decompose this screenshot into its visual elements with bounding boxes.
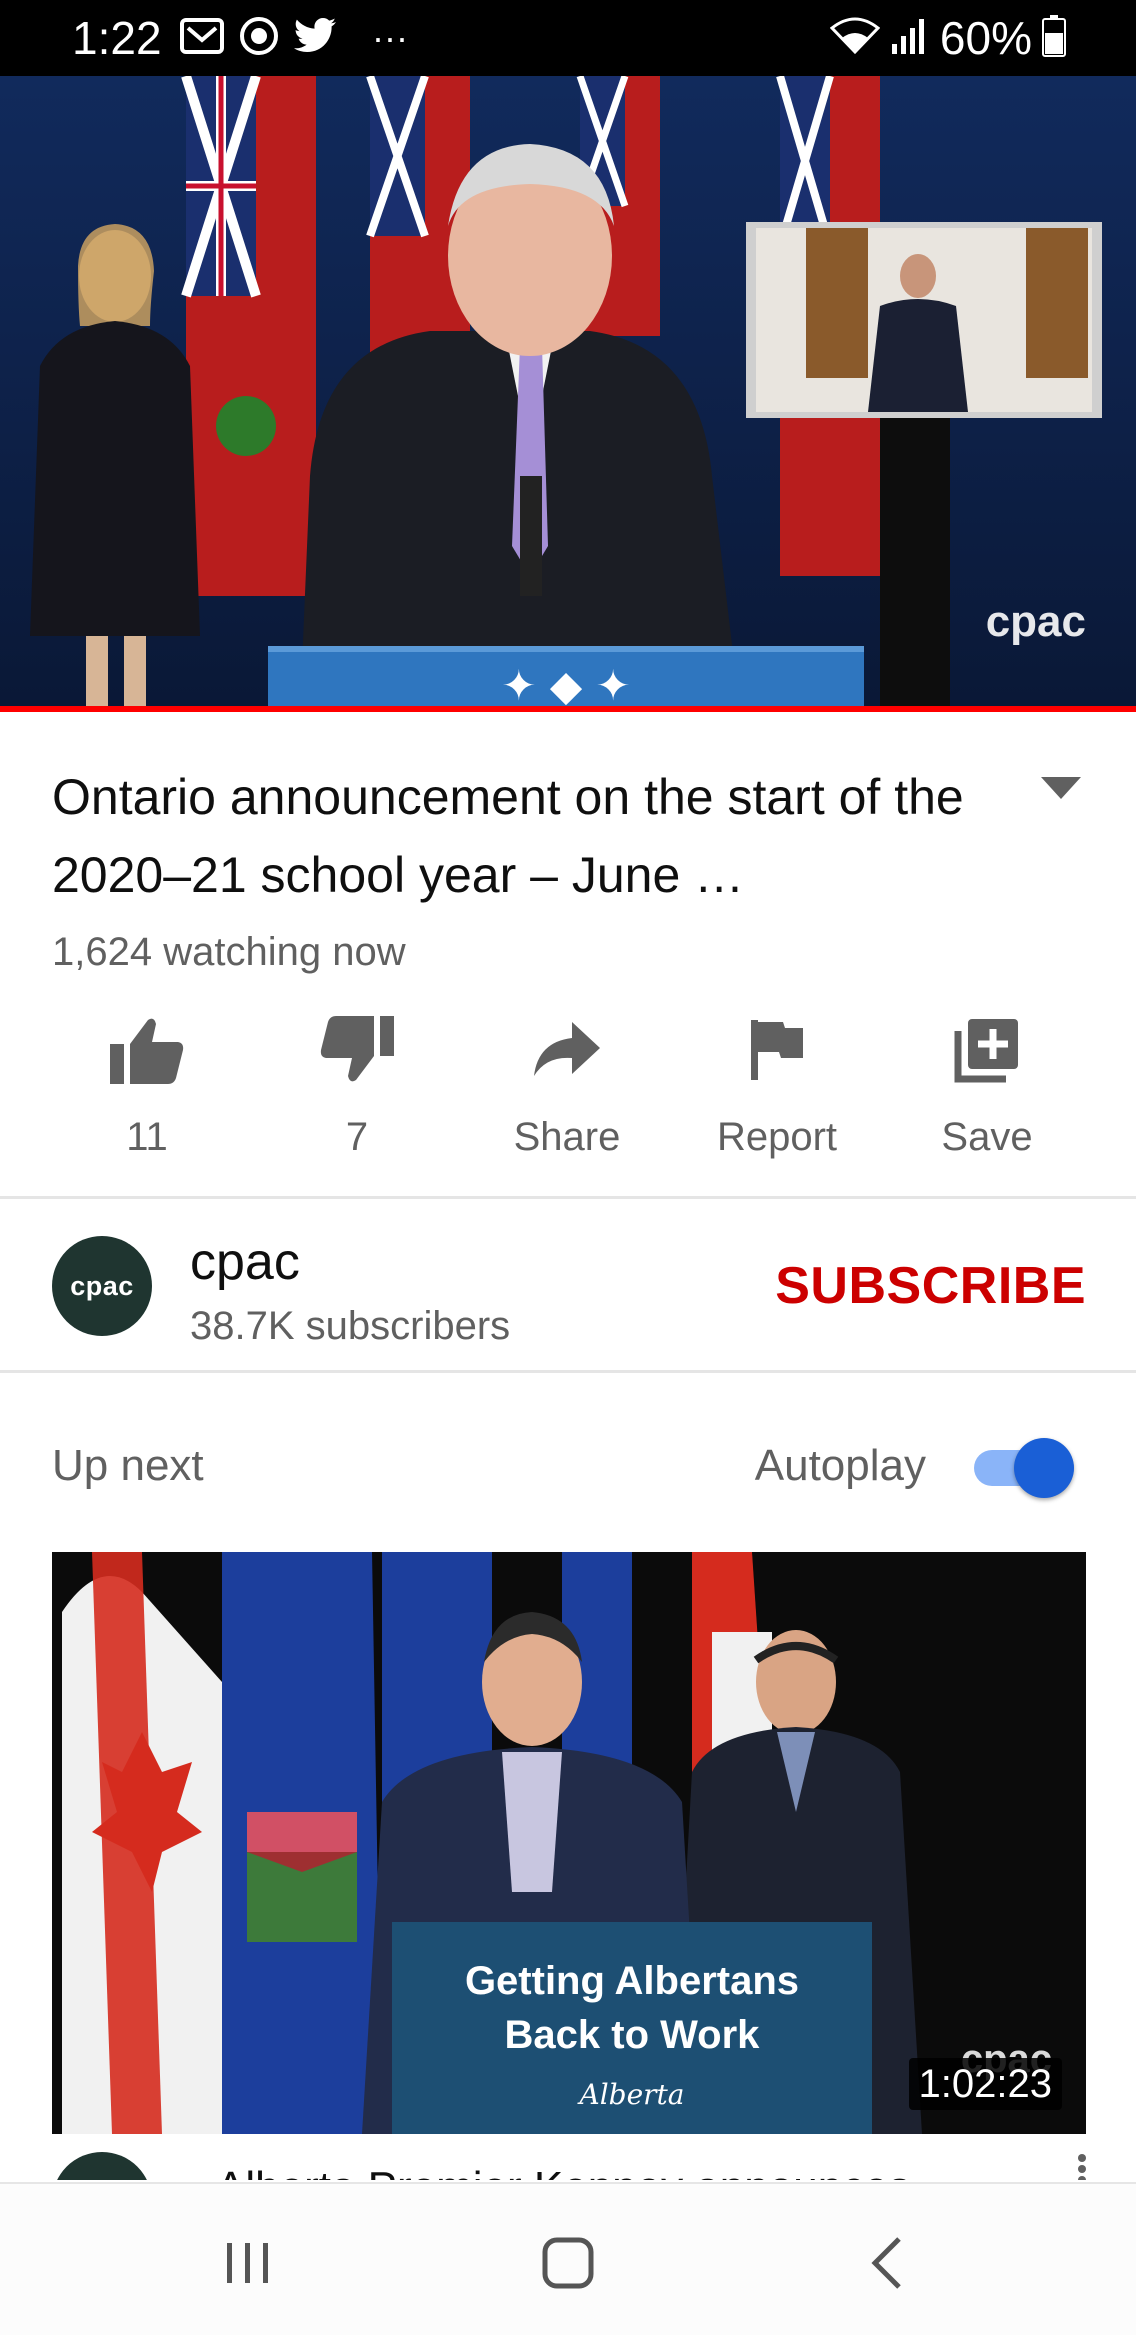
gmail-icon	[180, 17, 224, 59]
divider	[0, 1196, 1136, 1199]
more-vertical-icon[interactable]	[1078, 2154, 1086, 2180]
thumbs-down-icon	[317, 1010, 397, 1090]
more-icon: ···	[372, 17, 408, 58]
like-button[interactable]: 11	[42, 1010, 252, 1170]
status-notification-icons: ···	[180, 16, 408, 60]
video-duration: 1:02:23	[908, 2058, 1062, 2110]
podium-logo: Alberta	[577, 2078, 685, 2111]
chevron-down-icon	[1041, 777, 1081, 799]
player-watermark: cpac	[986, 597, 1086, 646]
autoplay-toggle[interactable]	[974, 1432, 1078, 1498]
signal-icon	[890, 16, 930, 61]
podium: Getting Albertans Back to Work Alberta	[392, 1922, 872, 2134]
status-system-icons: 60%	[829, 12, 1066, 64]
like-count: 11	[126, 1115, 168, 1159]
eye-icon	[238, 15, 280, 62]
podium-line2: Back to Work	[505, 2013, 761, 2057]
live-viewer-count: 1,624 watching now	[52, 930, 406, 974]
thumbs-up-icon	[107, 1010, 187, 1090]
next-video-title: Alberta Premier Kenney announces	[216, 2160, 911, 2180]
system-nav-bar	[0, 2182, 1136, 2335]
svg-text:✦ ◆ ✦: ✦ ◆ ✦	[501, 661, 630, 710]
save-button[interactable]: Save	[882, 1010, 1092, 1170]
up-next-thumbnail[interactable]: Getting Albertans Back to Work Alberta c…	[52, 1552, 1086, 2134]
next-video-item[interactable]: Alberta Premier Kenney announces	[0, 2134, 1136, 2180]
save-label: Save	[941, 1115, 1033, 1159]
back-button[interactable]	[846, 2228, 926, 2298]
subscribe-button[interactable]: SUBSCRIBE	[775, 1256, 1086, 1316]
home-icon	[542, 2237, 594, 2289]
video-actions: 11 7 Share Report Save	[42, 1010, 1094, 1170]
flag-icon	[737, 1010, 817, 1090]
expand-description-button[interactable]	[1036, 768, 1086, 808]
share-label: Share	[513, 1115, 621, 1159]
thumbnail-image: Getting Albertans Back to Work Alberta c…	[52, 1552, 1086, 2134]
home-button[interactable]	[528, 2228, 608, 2298]
report-label: Report	[716, 1115, 838, 1159]
video-player[interactable]: ✦ ◆ ✦ cpac	[0, 76, 1136, 712]
status-time: 1:22	[72, 12, 162, 64]
divider	[0, 1370, 1136, 1373]
channel-avatar[interactable]: cpac	[52, 1236, 152, 1336]
recent-apps-button[interactable]	[208, 2228, 288, 2298]
next-video-channel-avatar	[52, 2152, 152, 2180]
video-title[interactable]: Ontario announcement on the start of the…	[52, 758, 1012, 914]
autoplay-toggle-knob	[1014, 1438, 1074, 1498]
up-next-heading: Up next	[52, 1441, 204, 1490]
battery-icon	[1042, 14, 1066, 62]
status-bar: 1:22 ··· 60%	[0, 0, 1136, 76]
ontario-flag	[181, 76, 316, 596]
podium: ✦ ◆ ✦	[268, 646, 864, 712]
twitter-icon	[293, 17, 338, 59]
back-icon	[871, 2237, 901, 2289]
video-progress-fill	[0, 706, 1136, 712]
wifi-icon	[829, 16, 881, 61]
dislike-button[interactable]: 7	[252, 1010, 462, 1170]
recent-apps-icon	[227, 2243, 268, 2283]
share-icon	[527, 1010, 607, 1090]
alberta-flag	[222, 1552, 382, 2134]
playlist-add-icon	[947, 1010, 1027, 1090]
report-button[interactable]: Report	[672, 1010, 882, 1170]
dislike-count: 7	[345, 1115, 369, 1159]
subscriber-count: 38.7K subscribers	[190, 1304, 511, 1348]
video-frame: ✦ ◆ ✦ cpac	[0, 76, 1136, 712]
battery-percent: 60%	[939, 12, 1032, 64]
podium-line1: Getting Albertans	[465, 1959, 799, 2003]
channel-name[interactable]: cpac	[190, 1232, 300, 1292]
autoplay-label: Autoplay	[754, 1441, 926, 1490]
share-button[interactable]: Share	[462, 1010, 672, 1170]
video-progress-bar[interactable]	[0, 706, 1136, 712]
